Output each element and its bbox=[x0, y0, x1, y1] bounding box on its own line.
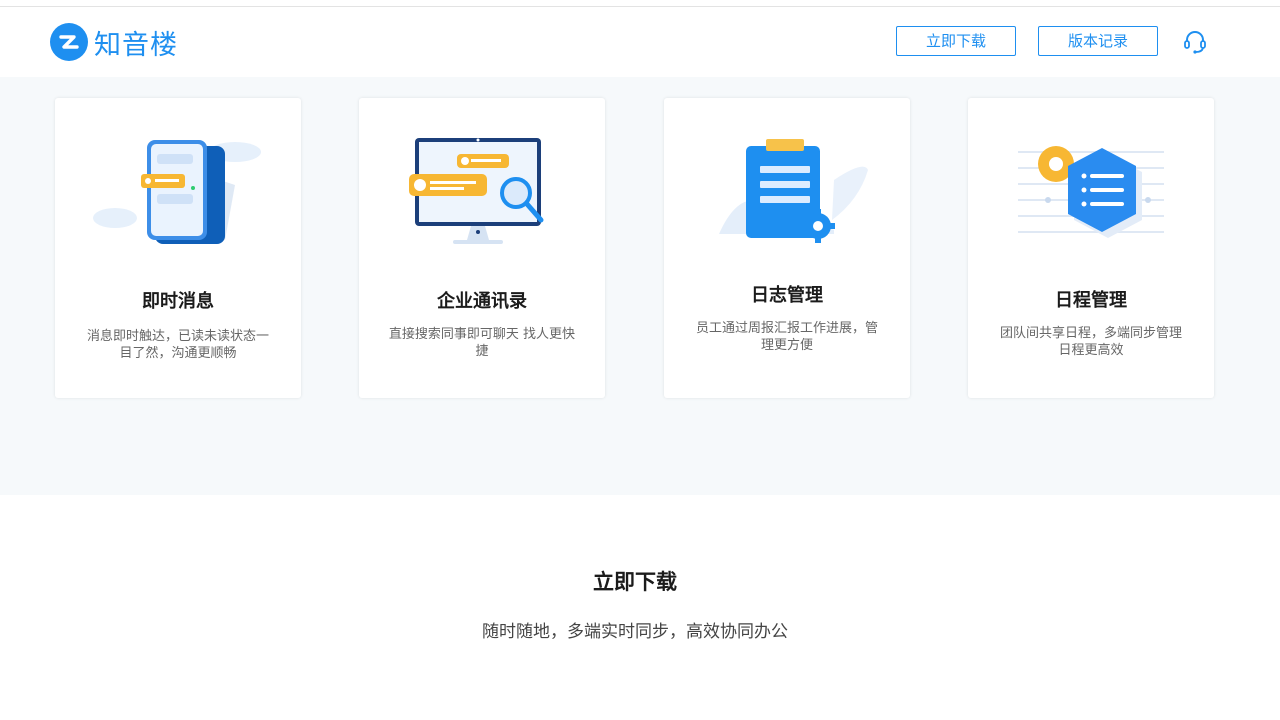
feature-card-schedule: 日程管理 团队间共享日程，多端同步管理日程更高效 bbox=[968, 98, 1214, 398]
feature-desc: 直接搜索同事即可聊天 找人更快捷 bbox=[388, 327, 576, 359]
feature-desc: 团队间共享日程，多端同步管理日程更高效 bbox=[999, 326, 1182, 358]
clipboard-illustration bbox=[719, 139, 868, 243]
brand-logo[interactable]: 知音楼 bbox=[50, 23, 178, 61]
feature-desc: 消息即时触达，已读未读状态一目了然，沟通更顺畅 bbox=[86, 329, 269, 361]
chat-phone-illustration bbox=[93, 140, 261, 244]
download-section-subtitle: 随时随地，多端实时同步，高效协同办公 bbox=[482, 622, 788, 642]
download-section-title: 立即下载 bbox=[593, 570, 677, 594]
contacts-monitor-illustration bbox=[409, 138, 544, 244]
download-button[interactable]: 立即下载 bbox=[896, 26, 1016, 56]
feature-title: 日程管理 bbox=[1055, 290, 1127, 311]
feature-card-logs: 日志管理 员工通过周报汇报工作进展，管理更方便 bbox=[664, 98, 910, 398]
brand-name: 知音楼 bbox=[94, 29, 178, 61]
feature-card-contacts: 企业通讯录 直接搜索同事即可聊天 找人更快捷 bbox=[359, 98, 605, 398]
headset-icon[interactable] bbox=[1183, 29, 1207, 55]
logo-z-icon bbox=[50, 23, 88, 61]
site-header: 知音楼 立即下载 版本记录 bbox=[0, 7, 1280, 77]
schedule-hexagon-illustration bbox=[1018, 146, 1164, 238]
feature-card-messaging: 即时消息 消息即时触达，已读未读状态一目了然，沟通更顺畅 bbox=[55, 98, 301, 398]
version-history-button[interactable]: 版本记录 bbox=[1038, 26, 1158, 56]
feature-title: 日志管理 bbox=[751, 285, 823, 306]
features-section: 即时消息 消息即时触达，已读未读状态一目了然，沟通更顺畅 企业通讯录 直接搜索同… bbox=[0, 77, 1280, 495]
feature-title: 企业通讯录 bbox=[437, 291, 527, 312]
feature-title: 即时消息 bbox=[142, 291, 214, 312]
feature-desc: 员工通过周报汇报工作进展，管理更方便 bbox=[695, 321, 878, 353]
